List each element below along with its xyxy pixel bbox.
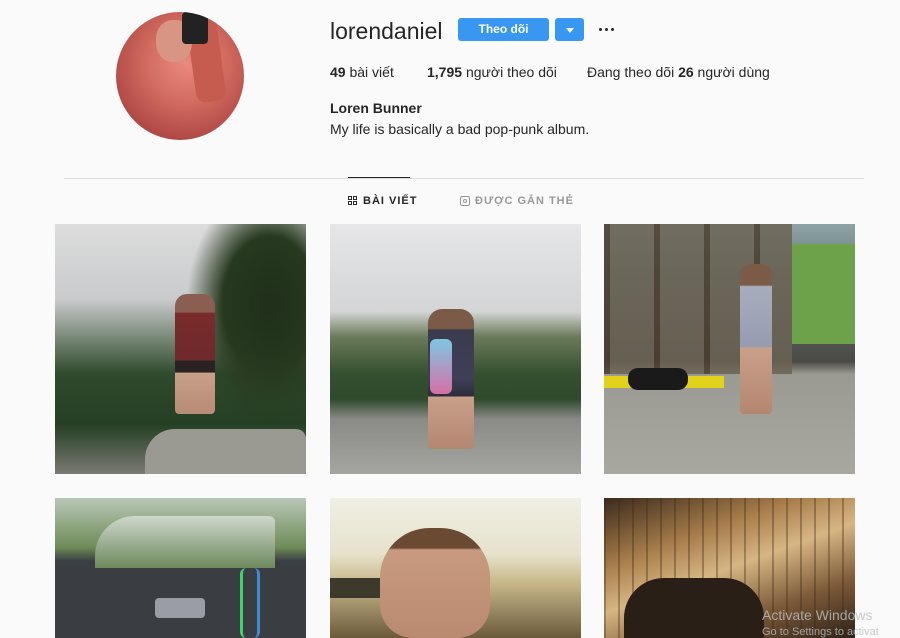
posts-stat: 49 bài viết (330, 64, 394, 80)
following-stat[interactable]: Đang theo dõi 26 người dùng (587, 64, 770, 80)
posts-count: 49 (330, 64, 346, 80)
following-label: người dùng (697, 64, 770, 80)
followers-stat[interactable]: 1,795 người theo dõi (427, 64, 557, 80)
profile-full-name: Loren Bunner (330, 100, 422, 116)
followers-label: người theo dõi (465, 64, 557, 80)
profile-bio: My life is basically a bad pop-punk albu… (330, 121, 590, 137)
tag-icon (460, 196, 470, 206)
activate-windows-subtitle: Go to Settings to activat (762, 626, 879, 638)
following-count: 26 (678, 64, 694, 80)
profile-avatar[interactable] (116, 12, 244, 140)
post-thumbnail[interactable] (55, 224, 306, 474)
posts-label: bài viết (349, 64, 394, 80)
activate-windows-title: Activate Windows (762, 607, 873, 623)
post-thumbnail[interactable] (330, 498, 581, 638)
active-tab-indicator (348, 177, 410, 178)
tab-posts-label: BÀI VIẾT (363, 195, 418, 207)
following-prefix: Đang theo dõi (587, 64, 675, 80)
grid-icon (348, 196, 358, 206)
profile-username: lorendaniel (330, 18, 443, 44)
tab-tagged-label: ĐƯỢC GẮN THẺ (475, 195, 574, 207)
tab-tagged[interactable]: ĐƯỢC GẮN THẺ (460, 195, 574, 207)
follow-button[interactable]: Theo dõi (458, 18, 549, 41)
post-thumbnail[interactable] (330, 224, 581, 474)
tab-divider (64, 178, 864, 179)
avatar-phone (182, 12, 208, 44)
chevron-down-icon (566, 28, 574, 33)
post-thumbnail[interactable] (55, 498, 306, 638)
post-thumbnail[interactable] (604, 224, 855, 474)
follow-dropdown-button[interactable] (555, 18, 584, 41)
more-options-icon[interactable] (596, 18, 618, 40)
followers-count: 1,795 (427, 64, 463, 80)
tab-posts[interactable]: BÀI VIẾT (348, 195, 417, 207)
